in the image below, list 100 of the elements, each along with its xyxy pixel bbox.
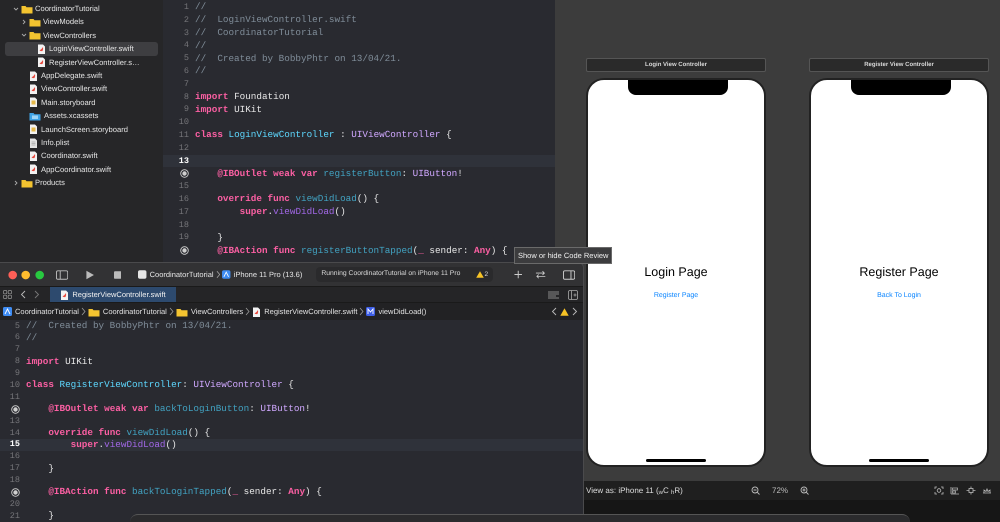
line-number: 2 [184,14,189,27]
code-line: @IBAction func registerButtonTapped(_ sender: Any) { [216,244,508,258]
minimize-icon[interactable] [21,270,31,280]
line-number: 15 [178,180,189,193]
line-number: 8 [14,355,20,368]
chevron-right-icon [359,307,364,316]
connection-circle-icon[interactable] [180,169,189,178]
sidebar-toggle-icon[interactable] [56,270,68,280]
line-number: 8 [184,90,189,104]
line-number: 10 [178,116,189,129]
play-icon[interactable] [85,270,95,280]
plist-file-icon [29,138,38,148]
home-indicator [646,459,706,462]
code-line: import UIKit [26,354,93,369]
warning-icon[interactable] [476,271,484,278]
code-line: } [47,509,54,522]
zoom-out-icon[interactable] [751,486,760,495]
warning-icon[interactable] [560,308,569,316]
folder-icon [88,306,100,316]
add-editor-icon[interactable] [568,290,578,300]
folder-icon [176,306,188,316]
pin-icon[interactable] [966,486,976,495]
line-number: 15 [10,438,20,452]
zoom-icon[interactable] [34,270,44,280]
line-number: 13 [10,414,20,428]
align-icon[interactable] [950,486,960,495]
zoom-level: 72% [772,484,788,496]
line-number: 16 [178,192,189,206]
inspector-toggle-icon[interactable] [562,270,576,280]
back-icon[interactable] [551,307,557,316]
swift-file-icon [37,57,46,68]
chevron-down-icon[interactable] [21,32,27,38]
line-number: 9 [14,367,20,380]
line-number: 16 [10,450,20,464]
line-number: 3 [184,26,189,40]
line-number: 5 [184,52,189,65]
add-icon[interactable] [514,270,523,279]
code-line: super.viewDidLoad() [238,205,346,220]
chevron-right-icon[interactable] [21,19,27,26]
line-number: 6 [184,65,189,78]
code-line: } [216,230,223,245]
swift-file-icon [29,164,38,174]
code-line: import UIKit [195,102,262,117]
chevron-right-icon [245,307,250,316]
focus-icon[interactable] [934,486,944,495]
folder-icon [21,4,33,14]
code-line: @IBAction func backToLoginTapped(_ sender: Any) { [47,485,322,500]
code-line: // Created by BobbyPhtr on 13/04/21. [26,320,232,333]
app-icon [138,270,147,279]
close-icon[interactable] [8,270,18,280]
swift-file-icon [29,70,38,81]
line-number: 17 [10,462,20,476]
connection-circle-icon[interactable] [11,488,20,497]
chevron-down-icon[interactable] [13,6,19,12]
forward-icon[interactable] [572,307,578,316]
storyboard-file-icon [29,124,38,134]
grid-icon[interactable] [3,290,12,299]
zoom-in-icon[interactable] [800,486,810,495]
line-number: 11 [178,128,189,142]
line-number: 14 [10,426,20,440]
connection-circle-icon[interactable] [180,246,189,256]
lines-icon[interactable] [548,290,559,298]
stop-icon[interactable] [114,270,122,278]
folder-icon [29,17,41,28]
line-number: 19 [178,231,189,244]
back-icon[interactable] [20,290,26,299]
folder-icon [21,178,33,188]
forward-icon[interactable] [34,290,40,299]
line-number: 9 [184,103,189,116]
chevron-right-icon [168,307,174,316]
chevron-right-icon [216,270,220,279]
page-heading: Login Page [644,264,708,281]
connection-circle-icon[interactable] [11,404,20,414]
line-number: 10 [10,379,20,392]
code-line: @IBOutlet weak var registerButton: UIButton! [216,166,463,181]
code-line: // CoordinatorTutorial [195,26,324,40]
resolve-icon[interactable] [982,486,992,495]
swift-file-icon [37,44,46,54]
code-line: } [47,462,54,476]
line-number: 6 [14,331,20,344]
code-line: // [195,64,206,78]
code-line: super.viewDidLoad() [70,438,177,452]
line-number: 18 [10,474,20,487]
method-icon [366,306,376,316]
line-number: 21 [10,510,20,522]
code-line: class LoginViewController : UIViewController { [195,128,452,142]
code-line: override func viewDidLoad() { [216,192,380,206]
code-line: @IBOutlet weak var backToLoginButton: UIButton! [47,402,311,416]
chevron-right-icon [80,307,86,316]
swap-arrows-icon[interactable] [534,270,546,279]
line-number: 18 [178,218,189,232]
storyboard-file-icon [29,97,38,108]
swift-file-icon [29,150,38,161]
chevron-right-icon[interactable] [13,180,19,186]
code-line: import Foundation [195,90,290,104]
line-number: 20 [10,498,20,511]
device-icon [222,270,231,279]
line-number: 17 [178,206,189,219]
line-number: 13 [178,154,189,168]
line-number: 12 [178,142,189,155]
